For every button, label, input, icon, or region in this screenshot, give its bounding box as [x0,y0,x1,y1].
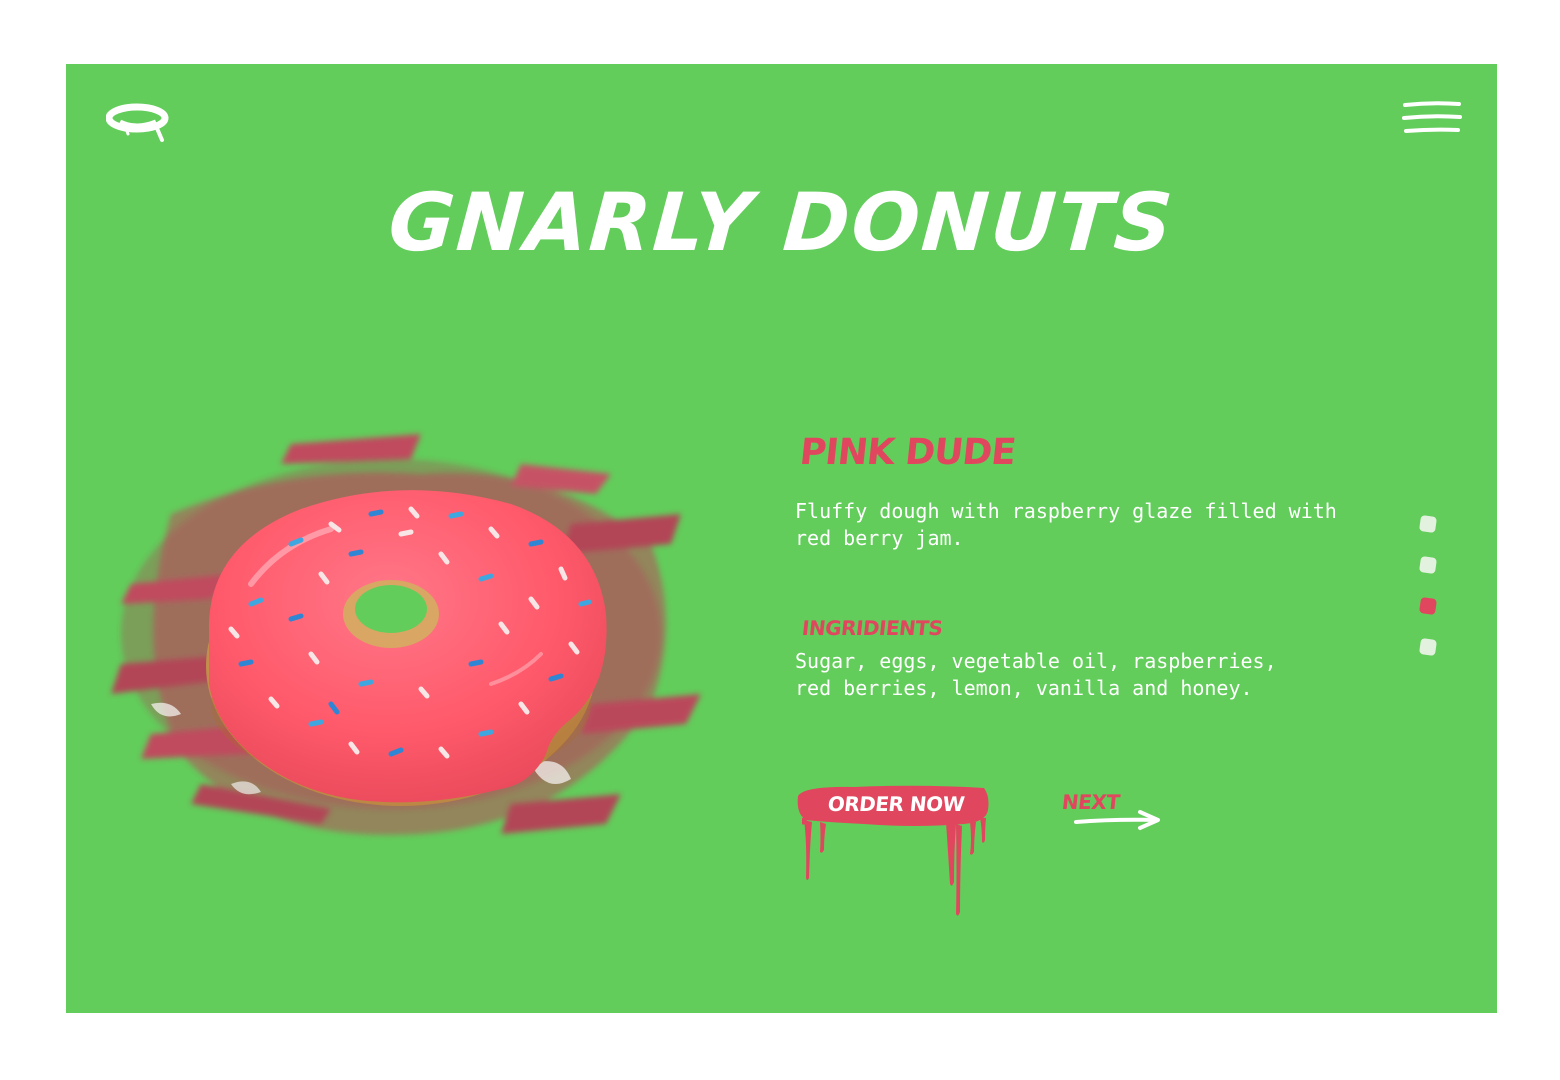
pink-sprinkle-donut-image [91,404,711,864]
product-name: PINK DUDE [797,432,1018,473]
ingredients-label: INGRIDIENTS [800,616,944,640]
next-button[interactable]: NEXT [1060,790,1170,836]
pagination-dot-1[interactable] [1418,514,1438,534]
slide-pagination [1418,514,1440,666]
hero-panel: GNARLY DONUTS PINK DUDE Fluffy dough wit… [66,64,1497,1013]
pagination-dot-4[interactable] [1418,637,1438,657]
glazed-ring-logo-icon[interactable] [105,100,172,150]
arrow-right-icon [1074,810,1160,830]
product-description: Fluffy dough with raspberry glaze filled… [795,499,1337,550]
hamburger-menu-icon[interactable] [1402,100,1462,140]
pagination-dot-2[interactable] [1418,555,1438,575]
order-now-label: ORDER NOW [826,792,966,816]
page-title: GNARLY DONUTS [385,176,1178,269]
ingredients-text: Sugar, eggs, vegetable oil, raspberries,… [795,649,1277,700]
order-now-button[interactable]: ORDER NOW [794,782,994,917]
pagination-dot-3[interactable] [1418,596,1438,616]
